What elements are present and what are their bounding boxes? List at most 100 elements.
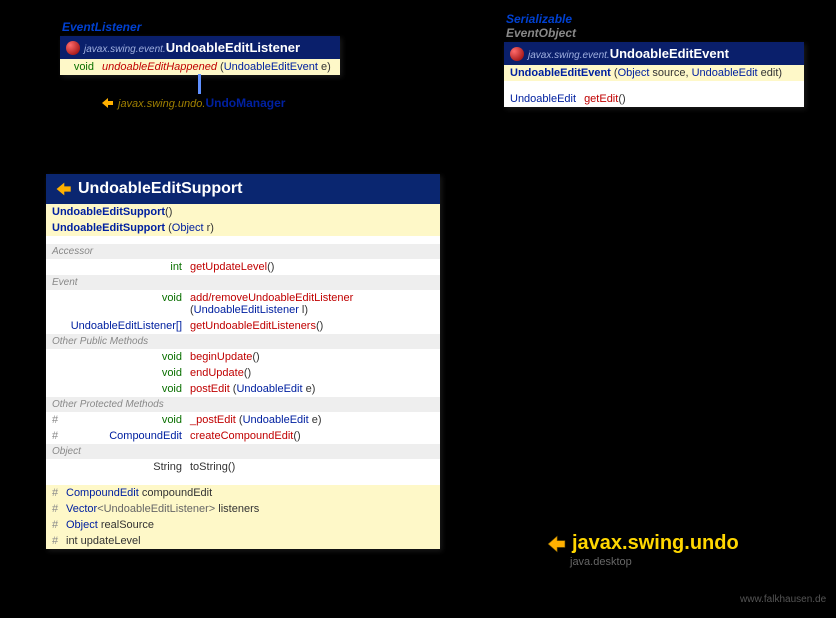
- supertype-eventobject: EventObject: [506, 26, 576, 40]
- method-name: getUndoableEditListeners: [190, 320, 316, 332]
- return-type: void: [52, 383, 190, 395]
- impl-class: UndoManager: [205, 96, 285, 110]
- ctor-name: UndoableEditSupport: [52, 206, 165, 218]
- spacer: [46, 475, 440, 485]
- return-type: UndoableEdit: [510, 93, 584, 105]
- section-public: Other Public Methods: [46, 334, 440, 349]
- method-params: (UndoableEditListener l): [190, 304, 308, 316]
- class-box-support: UndoableEditSupport UndoableEditSupport(…: [46, 174, 440, 549]
- method-params: (UndoableEdit e): [236, 414, 322, 426]
- field-type: Vector<UndoableEditListener>: [66, 503, 215, 515]
- arrow-icon: [54, 180, 72, 198]
- package-name: javax.swing.undo: [572, 532, 739, 555]
- website-link: www.falkhausen.de: [740, 594, 826, 605]
- method-row: void postEdit (UndoableEdit e): [46, 381, 440, 397]
- ctor-name: UndoableEditEvent: [510, 67, 611, 79]
- field-name: updateLevel: [78, 535, 141, 547]
- arrow-icon: [100, 96, 114, 110]
- return-type: CompoundEdit: [66, 430, 190, 442]
- field-row: # CompoundEdit compoundEdit: [46, 485, 440, 501]
- package-label: javax.swing.event.: [84, 44, 166, 55]
- arrow-icon: [546, 534, 566, 554]
- connector-line: [198, 74, 201, 94]
- visibility-hash: #: [52, 503, 66, 515]
- method-name: undoableEditHappened: [102, 61, 217, 73]
- field-row: # Object realSource: [46, 517, 440, 533]
- class-icon: [510, 47, 524, 61]
- class-name: UndoableEditSupport: [78, 180, 242, 198]
- class-name: UndoableEditEvent: [610, 46, 729, 61]
- impl-package: javax.swing.undo.: [118, 98, 205, 110]
- section-event: Event: [46, 275, 440, 290]
- method-params: (): [316, 320, 323, 332]
- method-name: postEdit: [190, 383, 230, 395]
- return-type: void: [52, 292, 190, 304]
- method-row: int getUpdateLevel(): [46, 259, 440, 275]
- field-name: compoundEdit: [139, 487, 212, 499]
- field-name: realSource: [98, 519, 154, 531]
- return-type: String: [52, 461, 190, 473]
- visibility-hash: #: [52, 487, 66, 499]
- package-label: javax.swing.event.: [528, 50, 610, 61]
- method-name: beginUpdate: [190, 351, 252, 363]
- field-type: Object: [66, 519, 98, 531]
- constructor-row: UndoableEditSupport (Object r): [46, 220, 440, 236]
- method-name: getEdit: [584, 93, 618, 105]
- method-params: (UndoableEditEvent e): [217, 61, 331, 73]
- class-box-listener: javax.swing.event.UndoableEditListener v…: [60, 36, 340, 75]
- method-name: createCompoundEdit: [190, 430, 293, 442]
- method-params: (): [618, 93, 625, 105]
- method-row: String toString(): [46, 459, 440, 475]
- return-type: int: [52, 261, 190, 273]
- field-type: CompoundEdit: [66, 487, 139, 499]
- method-name: _postEdit: [190, 414, 236, 426]
- class-header-support: UndoableEditSupport: [46, 174, 440, 204]
- field-row: # int updateLevel: [46, 533, 440, 549]
- visibility-hash: #: [52, 430, 66, 442]
- method-params: (): [293, 430, 300, 442]
- method-row: UndoableEditListener[] getUndoableEditLi…: [46, 318, 440, 334]
- implementation-link: javax.swing.undo.UndoManager: [100, 96, 285, 110]
- method-name: getUpdateLevel: [190, 261, 267, 273]
- ctor-params: (Object r): [165, 222, 214, 234]
- return-type: void: [66, 61, 102, 73]
- method-name: endUpdate: [190, 367, 244, 379]
- return-type: void: [52, 367, 190, 379]
- method-name: add/removeUndoableEditListener: [190, 292, 353, 304]
- class-header-listener: javax.swing.event.UndoableEditListener: [60, 36, 340, 59]
- module-name: java.desktop: [570, 556, 632, 568]
- constructor-row: UndoableEditEvent (Object source, Undoab…: [504, 65, 804, 81]
- ctor-name: UndoableEditSupport: [52, 222, 165, 234]
- method-row: # void _postEdit (UndoableEdit e): [46, 412, 440, 428]
- interface-icon: [66, 41, 80, 55]
- ctor-params: (Object source, UndoableEdit edit): [611, 67, 782, 79]
- ctor-params: (): [165, 206, 172, 218]
- method-row: void undoableEditHappened (UndoableEditE…: [60, 59, 340, 75]
- section-protected: Other Protected Methods: [46, 397, 440, 412]
- supertype-eventlistener: EventListener: [62, 20, 141, 34]
- method-row: void add/removeUndoableEditListener (Und…: [46, 290, 440, 318]
- method-row: # CompoundEdit createCompoundEdit(): [46, 428, 440, 444]
- field-row: # Vector<UndoableEditListener> listeners: [46, 501, 440, 517]
- field-type: int: [66, 535, 78, 547]
- method-name: toString: [190, 461, 228, 473]
- field-name: listeners: [215, 503, 259, 515]
- visibility-hash: #: [52, 519, 66, 531]
- visibility-hash: #: [52, 535, 66, 547]
- section-accessor: Accessor: [46, 244, 440, 259]
- section-object: Object: [46, 444, 440, 459]
- method-params: (): [252, 351, 259, 363]
- spacer: [504, 81, 804, 91]
- class-box-event: javax.swing.event.UndoableEditEvent Undo…: [504, 42, 804, 107]
- return-type: UndoableEditListener[]: [52, 320, 190, 332]
- supertype-serializable: Serializable: [506, 12, 572, 26]
- method-params: (): [244, 367, 251, 379]
- class-header-event: javax.swing.event.UndoableEditEvent: [504, 42, 804, 65]
- method-row: void beginUpdate(): [46, 349, 440, 365]
- method-params: (): [267, 261, 274, 273]
- visibility-hash: #: [52, 414, 66, 426]
- method-params: (): [228, 461, 235, 473]
- spacer: [46, 236, 440, 244]
- method-row: void endUpdate(): [46, 365, 440, 381]
- method-row: UndoableEdit getEdit(): [504, 91, 804, 107]
